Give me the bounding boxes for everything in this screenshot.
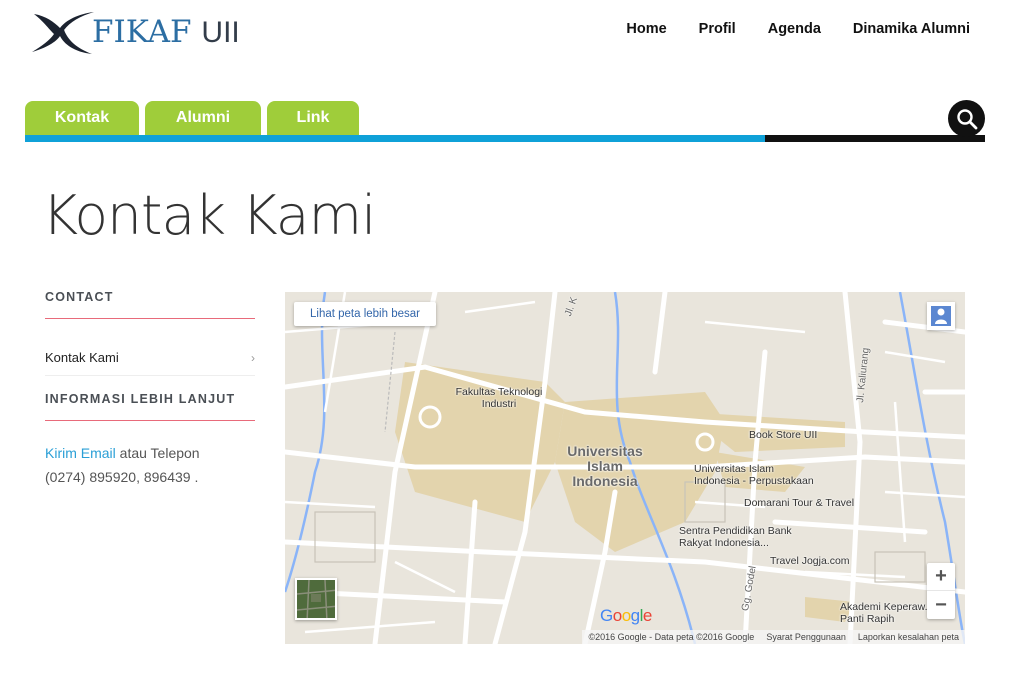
street-view-pegman[interactable] (927, 302, 955, 330)
label-fakultas[interactable]: Fakultas Teknologi Industri (454, 386, 544, 410)
label-bookstore[interactable]: Book Store UII (749, 429, 817, 441)
zoom-controls: + − (927, 563, 955, 619)
nav-home[interactable]: Home (626, 21, 666, 37)
tab-alumni[interactable]: Alumni (145, 101, 261, 135)
search-button[interactable] (948, 100, 985, 137)
sidebar: CONTACT Kontak Kami › INFORMASI LEBIH LA… (45, 290, 255, 489)
map-terms-link[interactable]: Syarat Penggunaan (766, 632, 846, 642)
satellite-view-toggle[interactable] (295, 578, 337, 620)
divider (45, 420, 255, 421)
top-navigation: Home Profil Agenda Dinamika Alumni (626, 21, 970, 37)
phone-numbers: (0274) 895920, 896439 . (45, 469, 199, 485)
category-tabs: Kontak Alumni Link (25, 101, 365, 135)
logo-swoosh-icon (32, 12, 94, 54)
logo-text: FIKAF UII (92, 14, 240, 50)
page-title: Kontak Kami (42, 184, 376, 247)
label-sentra[interactable]: Sentra Pendidikan Bank Rakyat Indonesia.… (679, 525, 809, 549)
label-university[interactable]: Universitas Islam Indonesia (555, 444, 655, 489)
nav-profil[interactable]: Profil (699, 21, 736, 37)
sidebar-item-label: Kontak Kami (45, 350, 119, 365)
divider (45, 318, 255, 319)
zoom-in-button[interactable]: + (927, 563, 955, 591)
tab-kontak[interactable]: Kontak (25, 101, 139, 135)
nav-bar-dark (765, 135, 985, 142)
label-domarani[interactable]: Domarani Tour & Travel (744, 497, 854, 509)
email-link[interactable]: Kirim Email (45, 445, 116, 461)
sidebar-heading-contact: CONTACT (45, 290, 114, 304)
phone-prefix: atau Telepon (115, 445, 200, 461)
sidebar-heading-info: INFORMASI LEBIH LANJUT (45, 392, 236, 406)
site-logo[interactable]: FIKAF UII (30, 8, 260, 58)
tab-link[interactable]: Link (267, 101, 359, 135)
chevron-right-icon: › (251, 350, 255, 365)
nav-dinamika-alumni[interactable]: Dinamika Alumni (853, 21, 970, 37)
nav-bar-accent (25, 135, 765, 142)
map-report-link[interactable]: Laporkan kesalahan peta (858, 632, 959, 642)
search-icon (956, 108, 977, 129)
zoom-out-button[interactable]: − (927, 591, 955, 619)
map-copyright: ©2016 Google - Data peta ©2016 Google (588, 632, 755, 642)
contact-text: Kirim Email atau Telepon (0274) 895920, … (45, 441, 255, 489)
google-map[interactable]: Lihat peta lebih besar Fakultas Teknolog… (285, 292, 965, 644)
nav-agenda[interactable]: Agenda (768, 21, 821, 37)
map-footer: ©2016 Google - Data peta ©2016 Google Sy… (582, 630, 965, 644)
pegman-icon (931, 306, 951, 326)
view-larger-map-button[interactable]: Lihat peta lebih besar (294, 302, 436, 326)
google-logo: Google (600, 606, 652, 625)
label-traveljogja[interactable]: Travel Jogja.com (770, 555, 850, 567)
satellite-thumbnail-icon (297, 580, 335, 618)
label-perpustakaan[interactable]: Universitas Islam Indonesia - Perpustaka… (694, 463, 814, 487)
sidebar-item-kontak-kami[interactable]: Kontak Kami › (45, 350, 255, 376)
